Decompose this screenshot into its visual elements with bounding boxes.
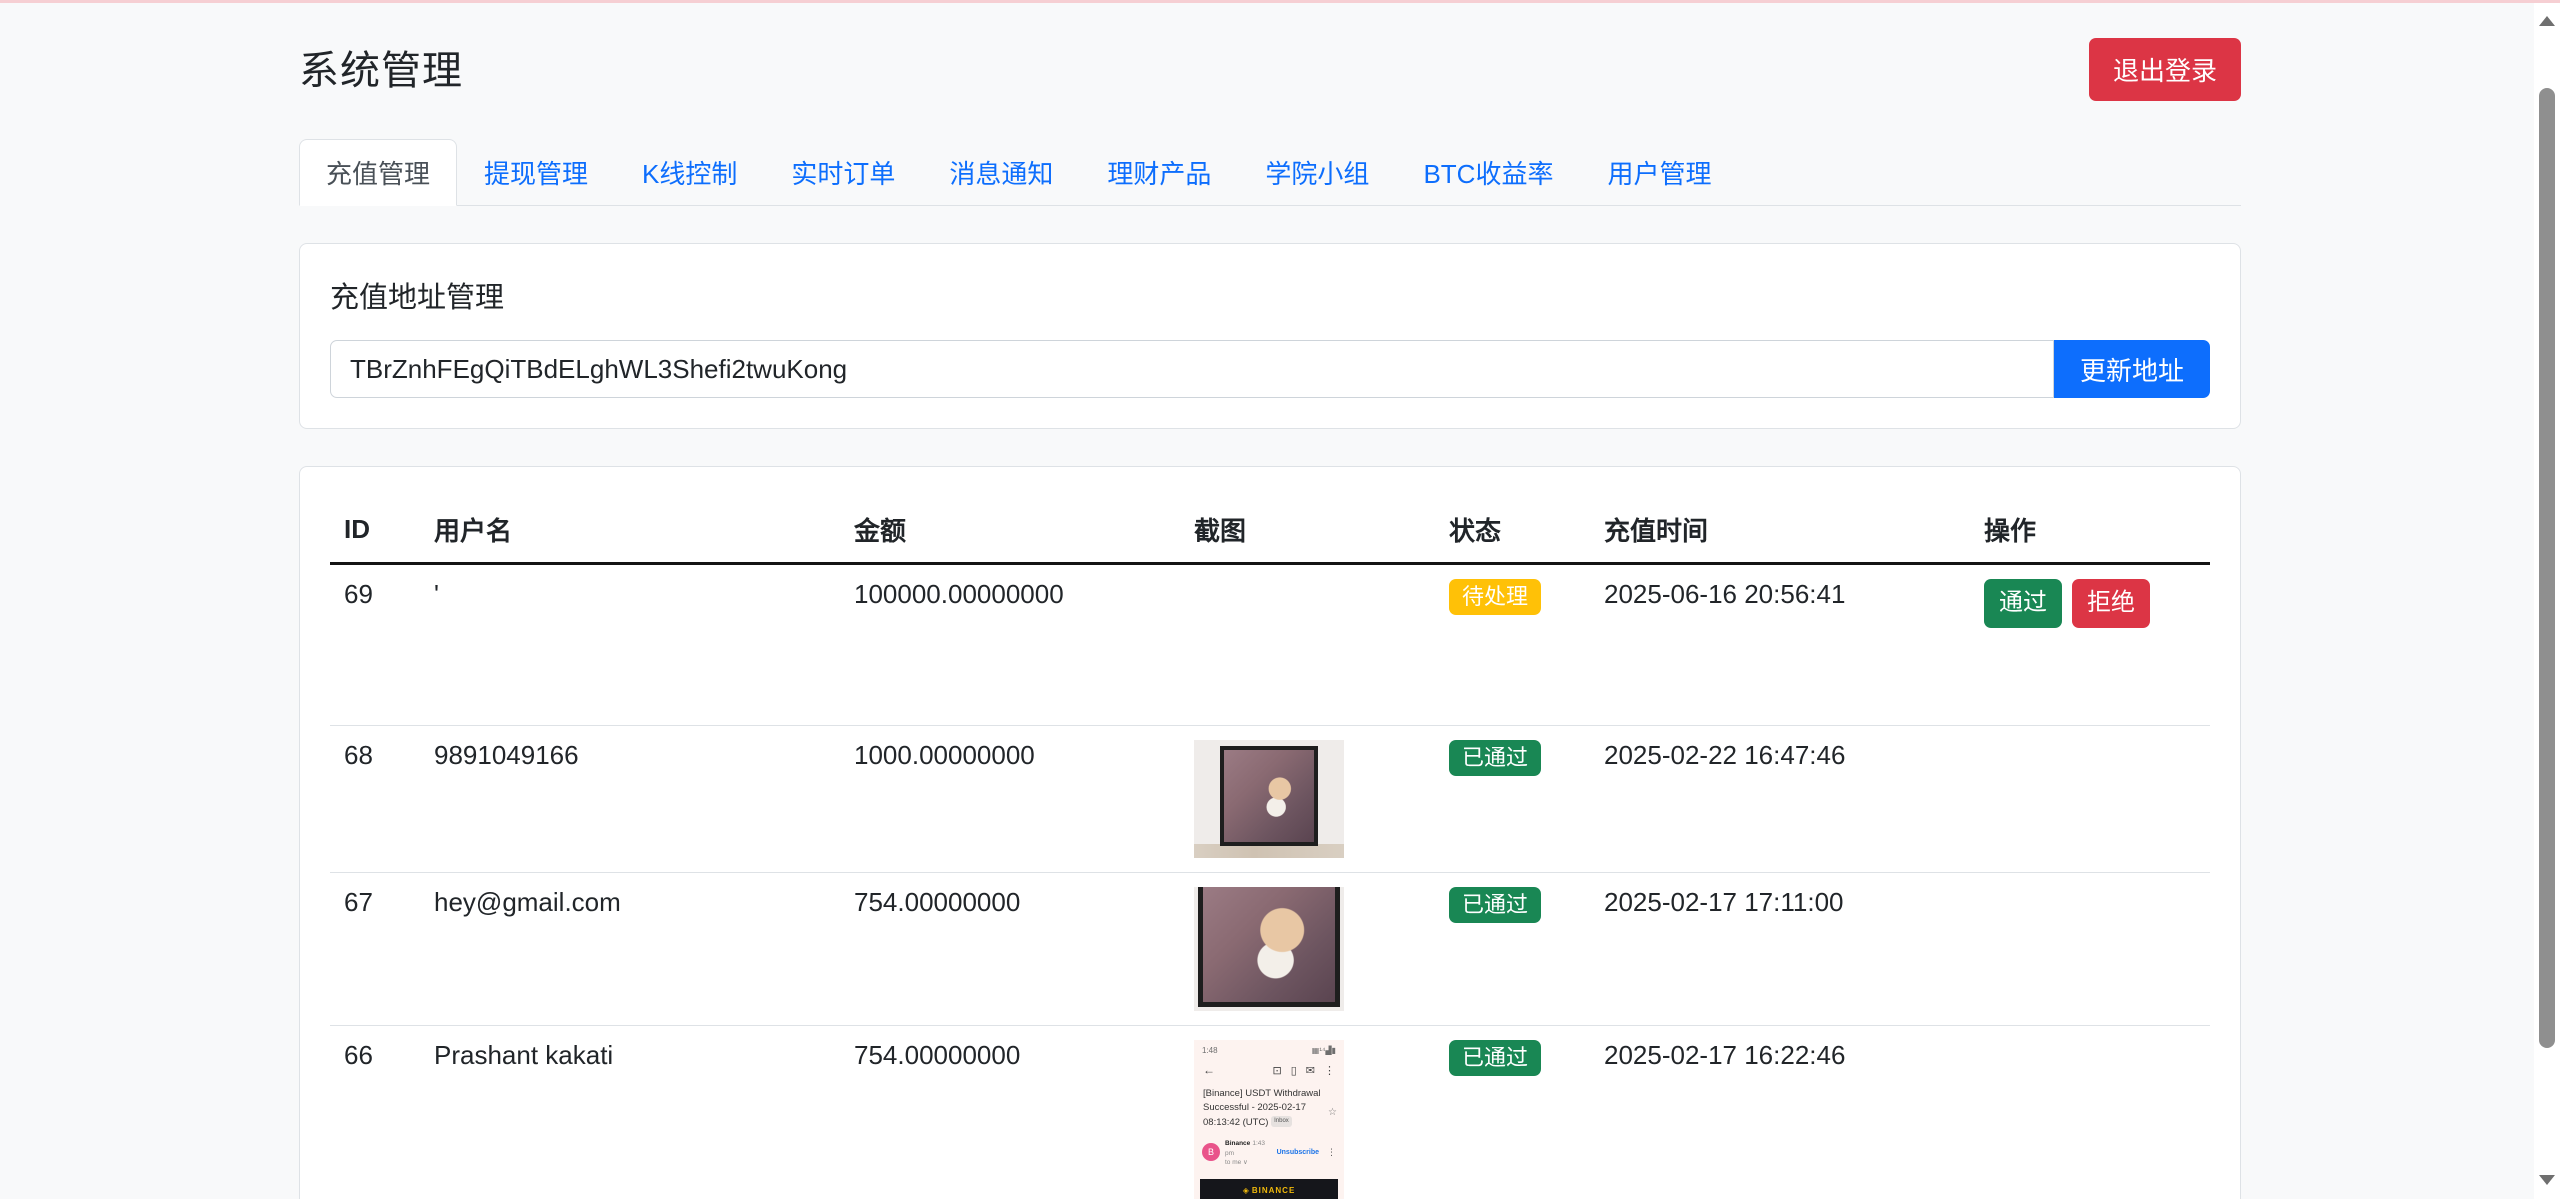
tab-message-notification[interactable]: 消息通知 — [922, 139, 1080, 206]
cell-id: 68 — [330, 726, 420, 873]
tab-withdrawal-management[interactable]: 提现管理 — [457, 139, 615, 206]
cell-amount: 754.00000000 — [840, 1026, 1180, 1199]
cell-username: 9891049166 — [420, 726, 840, 873]
recharge-address-input[interactable] — [330, 340, 2054, 398]
cell-amount: 100000.00000000 — [840, 564, 1180, 726]
star-icon: ☆ — [1328, 1105, 1337, 1120]
scrollbar-thumb[interactable] — [2539, 88, 2555, 1048]
header-operation: 操作 — [1970, 497, 2210, 564]
recharge-address-card: 充值地址管理 更新地址 — [299, 243, 2241, 429]
cell-screenshot — [1180, 873, 1435, 1026]
mail-icon: ✉ — [1306, 1064, 1315, 1077]
vertical-scrollbar[interactable] — [2534, 0, 2560, 1199]
mini-status-icons: ▦¹⁴▟▮ — [1312, 1046, 1336, 1055]
cell-screenshot — [1180, 726, 1435, 873]
unsubscribe-link: Unsubscribe — [1277, 1149, 1319, 1156]
status-badge: 已通过 — [1449, 1040, 1541, 1076]
page-title: 系统管理 — [299, 38, 463, 96]
cell-amount: 754.00000000 — [840, 873, 1180, 1026]
tab-btc-yield[interactable]: BTC收益率 — [1396, 139, 1580, 206]
cell-operation: 通过 拒绝 — [1970, 564, 2210, 726]
status-badge: 已通过 — [1449, 887, 1541, 923]
trash-icon: ▯ — [1291, 1064, 1297, 1077]
reject-button[interactable]: 拒绝 — [2072, 579, 2150, 628]
cell-id: 67 — [330, 873, 420, 1026]
cell-screenshot: 1:48 ▦¹⁴▟▮ ← ⊡ ▯ ✉ ⋮ — [1180, 1026, 1435, 1199]
table-row: 66 Prashant kakati 754.00000000 1:48 ▦¹⁴… — [330, 1026, 2210, 1199]
tab-academy-group[interactable]: 学院小组 — [1238, 139, 1396, 206]
cell-time: 2025-06-16 20:56:41 — [1590, 564, 1970, 726]
recharge-table: ID 用户名 金额 截图 状态 充值时间 操作 69 ' 100000.0000… — [330, 497, 2210, 1199]
sender-avatar: B — [1202, 1143, 1220, 1161]
cell-status: 待处理 — [1435, 564, 1590, 726]
recharge-address-title: 充值地址管理 — [330, 274, 2210, 316]
scroll-down-arrow-icon[interactable] — [2534, 1165, 2560, 1195]
binance-banner: ◈ BINANCE — [1200, 1179, 1338, 1199]
logout-button[interactable]: 退出登录 — [2089, 38, 2241, 101]
back-icon: ← — [1203, 1063, 1215, 1077]
cell-operation — [1970, 726, 2210, 873]
update-address-button[interactable]: 更新地址 — [2054, 340, 2210, 398]
cell-time: 2025-02-17 16:22:46 — [1590, 1026, 1970, 1199]
screenshot-thumbnail[interactable]: 1:48 ▦¹⁴▟▮ ← ⊡ ▯ ✉ ⋮ — [1194, 1040, 1344, 1199]
more-icon: ⋮ — [1324, 1064, 1335, 1077]
header-screenshot: 截图 — [1180, 497, 1435, 564]
cell-username: hey@gmail.com — [420, 873, 840, 1026]
cell-status: 已通过 — [1435, 726, 1590, 873]
cell-screenshot — [1180, 564, 1435, 726]
main-container: 系统管理 退出登录 充值管理 提现管理 K线控制 实时订单 消息通知 理财产品 … — [299, 0, 2241, 1199]
inbox-chip: Inbox — [1271, 1116, 1292, 1127]
archive-icon: ⊡ — [1273, 1064, 1282, 1077]
status-badge: 待处理 — [1449, 579, 1541, 615]
mini-status-time: 1:48 — [1202, 1046, 1218, 1055]
cell-status: 已通过 — [1435, 873, 1590, 1026]
cell-time: 2025-02-22 16:47:46 — [1590, 726, 1970, 873]
recharge-records-card: ID 用户名 金额 截图 状态 充值时间 操作 69 ' 100000.0000… — [299, 466, 2241, 1199]
screenshot-thumbnail[interactable] — [1194, 740, 1344, 858]
table-row: 68 9891049166 1000.00000000 已通过 2025-02-… — [330, 726, 2210, 873]
cell-id: 66 — [330, 1026, 420, 1199]
scroll-up-arrow-icon[interactable] — [2534, 6, 2560, 36]
header-time: 充值时间 — [1590, 497, 1970, 564]
cell-operation — [1970, 1026, 2210, 1199]
screenshot-thumbnail[interactable] — [1194, 887, 1344, 1011]
tab-bar: 充值管理 提现管理 K线控制 实时订单 消息通知 理财产品 学院小组 BTC收益… — [299, 139, 2241, 206]
status-badge: 已通过 — [1449, 740, 1541, 776]
table-header-row: ID 用户名 金额 截图 状态 充值时间 操作 — [330, 497, 2210, 564]
cell-amount: 1000.00000000 — [840, 726, 1180, 873]
binance-logo-icon: ◈ — [1243, 1186, 1249, 1195]
tab-realtime-orders[interactable]: 实时订单 — [764, 139, 922, 206]
sender-name: Binance 1:43 pm — [1225, 1138, 1272, 1159]
header-amount: 金额 — [840, 497, 1180, 564]
cell-id: 69 — [330, 564, 420, 726]
cell-username: ' — [420, 564, 840, 726]
header-id: ID — [330, 497, 420, 564]
cell-time: 2025-02-17 17:11:00 — [1590, 873, 1970, 1026]
header-username: 用户名 — [420, 497, 840, 564]
header-status: 状态 — [1435, 497, 1590, 564]
cell-username: Prashant kakati — [420, 1026, 840, 1199]
top-accent-line — [0, 0, 2560, 3]
email-subject: [Binance] USDT Withdrawal Successful - 2… — [1194, 1083, 1344, 1132]
tab-financial-products[interactable]: 理财产品 — [1080, 139, 1238, 206]
cell-operation — [1970, 873, 2210, 1026]
tab-recharge-management[interactable]: 充值管理 — [299, 139, 457, 206]
tab-kline-control[interactable]: K线控制 — [615, 139, 764, 206]
page-header: 系统管理 退出登录 — [299, 0, 2241, 101]
cell-status: 已通过 — [1435, 1026, 1590, 1199]
address-input-group: 更新地址 — [330, 340, 2210, 398]
tab-user-management[interactable]: 用户管理 — [1580, 139, 1738, 206]
more-icon: ⋮ — [1327, 1147, 1336, 1158]
table-row: 69 ' 100000.00000000 待处理 2025-06-16 20:5… — [330, 564, 2210, 726]
to-me-label: to me ∨ — [1225, 1159, 1272, 1167]
table-row: 67 hey@gmail.com 754.00000000 已通过 2025-0… — [330, 873, 2210, 1026]
approve-button[interactable]: 通过 — [1984, 579, 2062, 628]
